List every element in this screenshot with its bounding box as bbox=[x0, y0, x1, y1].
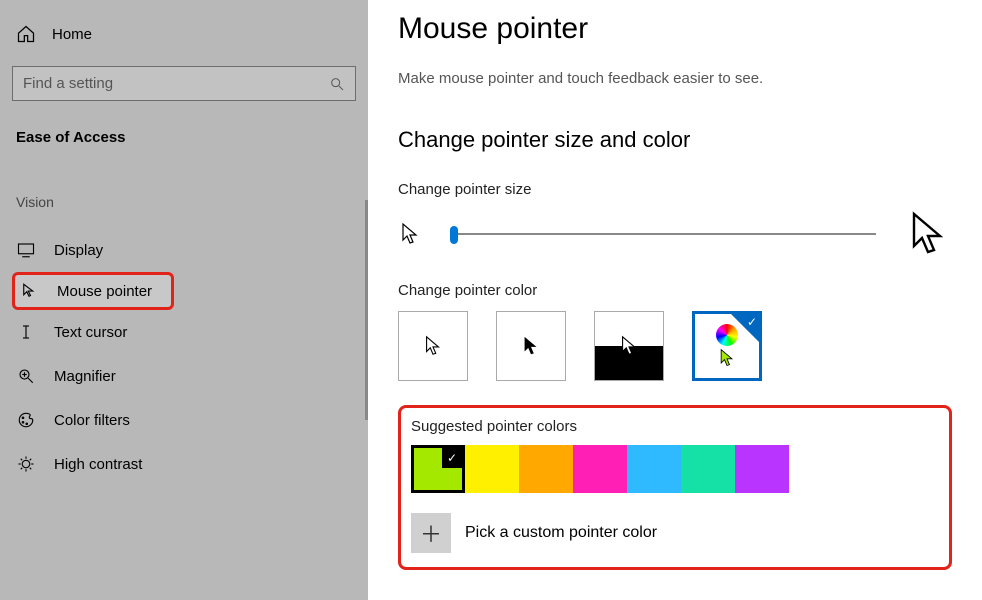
pointer-color-custom[interactable]: ✓ bbox=[692, 311, 762, 381]
custom-color-label: Pick a custom pointer color bbox=[465, 524, 657, 542]
cursor-small-icon bbox=[398, 222, 422, 246]
color-swatch[interactable] bbox=[681, 445, 735, 493]
group-header-vision: Vision bbox=[12, 190, 356, 214]
pointer-size-row bbox=[398, 210, 952, 258]
color-swatch[interactable]: ✓ bbox=[411, 445, 465, 493]
custom-color-row[interactable]: ＋ Pick a custom pointer color bbox=[411, 513, 939, 553]
sidebar-item-label: Magnifier bbox=[54, 368, 116, 385]
magnifier-icon bbox=[16, 366, 36, 386]
color-swatch[interactable] bbox=[627, 445, 681, 493]
search-box[interactable] bbox=[12, 66, 356, 101]
sidebar-item-label: Display bbox=[54, 242, 103, 259]
home-icon bbox=[16, 24, 36, 44]
search-input[interactable] bbox=[23, 75, 329, 92]
suggested-label: Suggested pointer colors bbox=[411, 418, 939, 435]
contrast-icon bbox=[16, 454, 36, 474]
swatches-row: ✓ bbox=[411, 445, 939, 493]
home-label: Home bbox=[52, 26, 92, 43]
sidebar-item-color-filters[interactable]: Color filters bbox=[12, 398, 356, 442]
check-icon: ✓ bbox=[442, 448, 462, 468]
color-swatch[interactable] bbox=[573, 445, 627, 493]
page-subtitle: Make mouse pointer and touch feedback ea… bbox=[398, 70, 952, 87]
category-title: Ease of Access bbox=[12, 125, 356, 150]
pointer-color-inverted[interactable] bbox=[594, 311, 664, 381]
page-title: Mouse pointer bbox=[398, 12, 952, 46]
pointer-color-black[interactable] bbox=[496, 311, 566, 381]
display-icon bbox=[16, 240, 36, 260]
section-title: Change pointer size and color bbox=[398, 127, 952, 153]
color-label: Change pointer color bbox=[398, 282, 952, 299]
check-icon: ✓ bbox=[747, 315, 757, 329]
search-icon bbox=[329, 76, 345, 92]
color-swatch[interactable] bbox=[735, 445, 789, 493]
pointer-color-options: ✓ bbox=[398, 311, 952, 381]
settings-sidebar: Home Ease of Access Vision Display Mouse… bbox=[0, 0, 368, 600]
sidebar-item-display[interactable]: Display bbox=[12, 228, 356, 272]
sidebar-item-mouse-pointer[interactable]: Mouse pointer bbox=[12, 272, 174, 310]
color-wheel-icon bbox=[716, 324, 738, 346]
sidebar-item-label: Text cursor bbox=[54, 324, 127, 341]
color-swatch[interactable] bbox=[465, 445, 519, 493]
text-cursor-icon bbox=[16, 322, 36, 342]
home-nav[interactable]: Home bbox=[12, 18, 356, 56]
suggested-colors-section: Suggested pointer colors ✓ ＋ Pick a cust… bbox=[398, 405, 952, 570]
sidebar-item-magnifier[interactable]: Magnifier bbox=[12, 354, 356, 398]
add-custom-color-button[interactable]: ＋ bbox=[411, 513, 451, 553]
palette-icon bbox=[16, 410, 36, 430]
sidebar-item-label: Mouse pointer bbox=[57, 283, 152, 300]
cursor-large-icon bbox=[904, 210, 952, 258]
main-content: Mouse pointer Make mouse pointer and tou… bbox=[368, 0, 982, 600]
size-label: Change pointer size bbox=[398, 181, 952, 198]
mouse-pointer-icon bbox=[19, 281, 39, 301]
sidebar-item-text-cursor[interactable]: Text cursor bbox=[12, 310, 356, 354]
scrollbar[interactable] bbox=[365, 200, 368, 420]
sidebar-item-high-contrast[interactable]: High contrast bbox=[12, 442, 356, 486]
sidebar-item-label: Color filters bbox=[54, 412, 130, 429]
pointer-size-slider[interactable] bbox=[450, 233, 876, 235]
color-swatch[interactable] bbox=[519, 445, 573, 493]
slider-thumb[interactable] bbox=[450, 226, 458, 244]
sidebar-item-label: High contrast bbox=[54, 456, 142, 473]
pointer-color-white[interactable] bbox=[398, 311, 468, 381]
